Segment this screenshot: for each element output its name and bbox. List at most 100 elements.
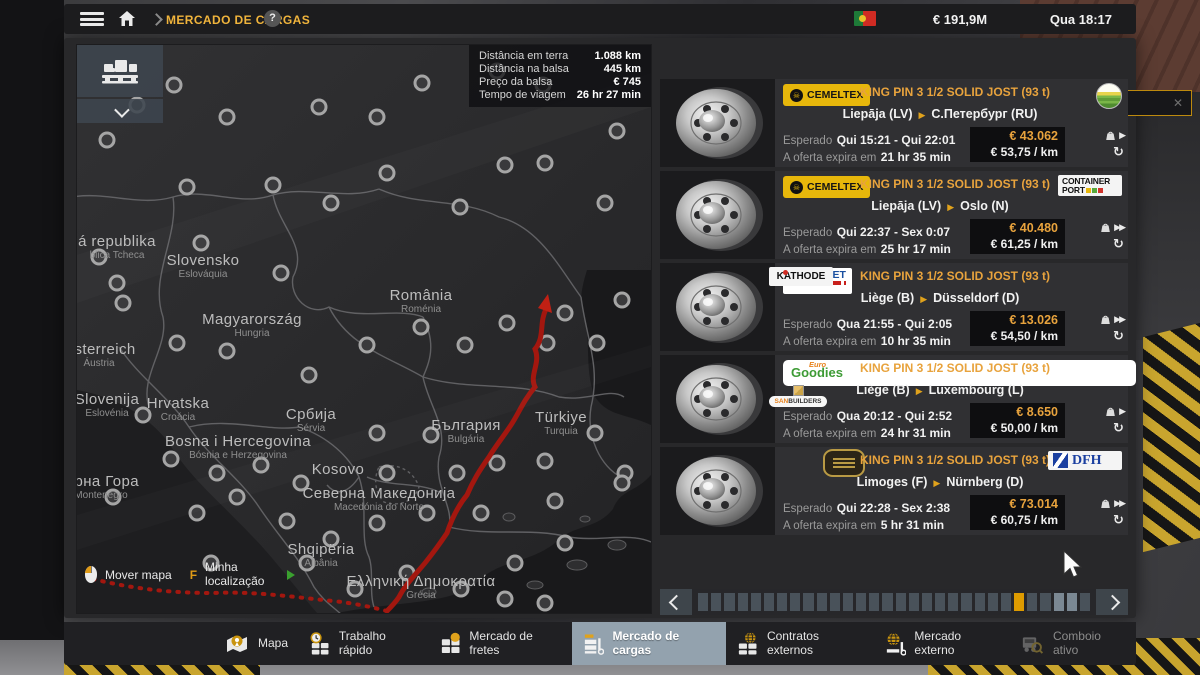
page-tick[interactable] (961, 593, 971, 611)
tab-quick-job[interactable]: Trabalho rápido (298, 622, 429, 665)
page-tick[interactable] (1067, 593, 1077, 611)
city-dot[interactable] (164, 452, 178, 466)
page-tick[interactable] (803, 593, 813, 611)
city-dot[interactable] (498, 592, 512, 606)
next-page-button[interactable] (1096, 589, 1128, 615)
city-dot[interactable] (360, 338, 374, 352)
city-dot[interactable] (458, 338, 472, 352)
city-dot[interactable] (453, 200, 467, 214)
cargo-offer-row[interactable]: ☠ CEMELTEX KING PIN 3 1/2 SOLID JOST (93… (660, 79, 1128, 167)
city-dot[interactable] (588, 426, 602, 440)
city-dot[interactable] (312, 100, 326, 114)
city-dot[interactable] (167, 78, 181, 92)
tab-active-convoy[interactable]: Comboio ativo (1010, 622, 1136, 665)
page-tick[interactable] (790, 593, 800, 611)
page-tick[interactable] (751, 593, 761, 611)
cargo-offer-row[interactable]: Euro Goodies KING PIN 3 1/2 SOLID JOST (… (660, 355, 1128, 443)
page-ticks[interactable] (692, 593, 1096, 611)
map-view[interactable]: á republikablica Tcheca SlovenskoEslováq… (76, 44, 652, 614)
city-dot[interactable] (274, 266, 288, 280)
cargo-offer-row[interactable]: TREE-ET KING PIN 3 1/2 SOLID JOST (93 t)… (660, 263, 1128, 351)
page-tick[interactable] (843, 593, 853, 611)
map-collapse-button[interactable] (77, 99, 163, 123)
page-tick[interactable] (988, 593, 998, 611)
city-dot[interactable] (220, 110, 234, 124)
prev-page-button[interactable] (660, 589, 692, 615)
page-tick[interactable] (1040, 593, 1050, 611)
city-dot[interactable] (500, 316, 514, 330)
city-dot[interactable] (538, 454, 552, 468)
city-dot[interactable] (498, 158, 512, 172)
tab-cargo-market[interactable]: Mercado de cargas (572, 622, 727, 665)
page-tick[interactable] (724, 593, 734, 611)
city-dot[interactable] (414, 320, 428, 334)
page-tick[interactable] (869, 593, 879, 611)
page-tick[interactable] (738, 593, 748, 611)
page-tick[interactable] (777, 593, 787, 611)
city-dot[interactable] (116, 296, 130, 310)
tab-freight-market[interactable]: Mercado de fretes (429, 622, 572, 665)
page-tick[interactable] (830, 593, 840, 611)
page-tick[interactable] (1014, 593, 1024, 611)
city-dot[interactable] (610, 124, 624, 138)
tab-external-market[interactable]: Mercado externo (874, 622, 1011, 665)
page-tick[interactable] (909, 593, 919, 611)
city-dot[interactable] (454, 582, 468, 596)
city-dot[interactable] (180, 180, 194, 194)
page-tick[interactable] (1027, 593, 1037, 611)
cargo-filter-button[interactable] (77, 45, 163, 97)
city-dot[interactable] (538, 596, 552, 610)
city-dot[interactable] (615, 293, 629, 307)
city-dot[interactable] (302, 368, 316, 382)
page-tick[interactable] (764, 593, 774, 611)
city-dot[interactable] (280, 514, 294, 528)
page-tick[interactable] (975, 593, 985, 611)
tab-map[interactable]: Mapa (214, 622, 298, 665)
city-dot[interactable] (266, 178, 280, 192)
cargo-offer-row[interactable]: KING PIN 3 1/2 SOLID JOST (93 t) DFH Lim… (660, 447, 1128, 535)
city-dot[interactable] (300, 556, 314, 570)
page-tick[interactable] (882, 593, 892, 611)
city-dot[interactable] (100, 133, 114, 147)
tab-external-contracts[interactable]: Contratos externos (726, 622, 873, 665)
page-tick[interactable] (948, 593, 958, 611)
page-tick[interactable] (698, 593, 708, 611)
page-tick[interactable] (896, 593, 906, 611)
city-dot[interactable] (558, 306, 572, 320)
page-tick[interactable] (856, 593, 866, 611)
menu-icon[interactable] (80, 12, 104, 26)
city-dot[interactable] (598, 196, 612, 210)
city-dot[interactable] (538, 156, 552, 170)
my-location-button[interactable]: Minha localização (205, 561, 279, 589)
page-tick[interactable] (922, 593, 932, 611)
city-dot[interactable] (450, 466, 464, 480)
city-dot[interactable] (136, 408, 150, 422)
page-tick[interactable] (1054, 593, 1064, 611)
city-dot[interactable] (548, 494, 562, 508)
page-tick[interactable] (711, 593, 721, 611)
city-dot[interactable] (615, 476, 629, 490)
page-tick[interactable] (817, 593, 827, 611)
city-dot[interactable] (420, 506, 434, 520)
city-dot[interactable] (170, 336, 184, 350)
city-dot[interactable] (508, 556, 522, 570)
city-dot[interactable] (590, 336, 604, 350)
city-dot[interactable] (370, 516, 384, 530)
city-dot[interactable] (380, 466, 394, 480)
page-tick[interactable] (935, 593, 945, 611)
home-icon[interactable] (118, 10, 136, 28)
cargo-offer-row[interactable]: ☠ CEMELTEX KING PIN 3 1/2 SOLID JOST (93… (660, 171, 1128, 259)
clear-search-icon[interactable]: ✕ (1173, 96, 1183, 110)
city-dot[interactable] (490, 456, 504, 470)
city-dot[interactable] (474, 506, 488, 520)
city-dot[interactable] (348, 582, 362, 596)
city-dot[interactable] (415, 76, 429, 90)
page-tick[interactable] (1001, 593, 1011, 611)
city-dot[interactable] (558, 536, 572, 550)
page-tick[interactable] (1080, 593, 1090, 611)
city-dot[interactable] (106, 490, 120, 504)
help-icon[interactable]: ? (264, 10, 281, 27)
city-dot[interactable] (324, 532, 338, 546)
city-dot[interactable] (370, 110, 384, 124)
city-dot[interactable] (220, 344, 234, 358)
